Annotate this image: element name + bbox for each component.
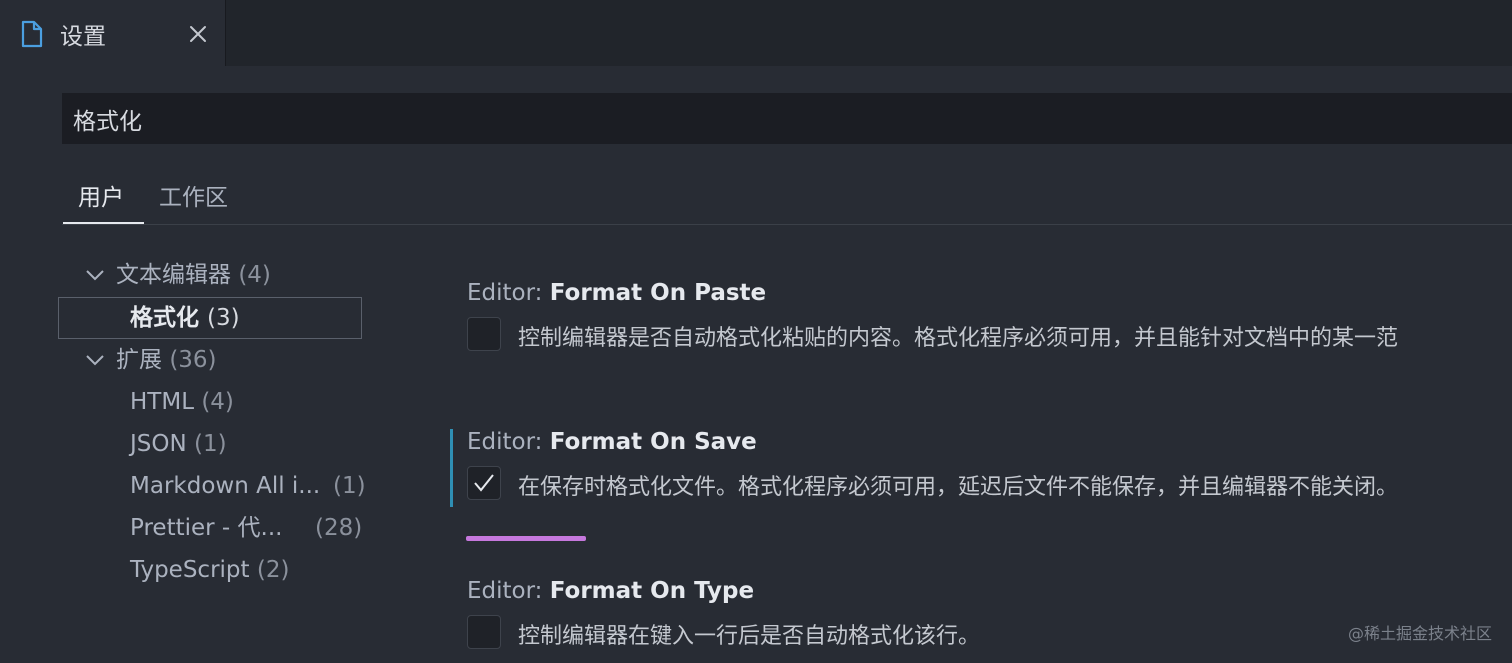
toc-item-label: Prettier - 代... [130,515,283,541]
toc-item-label: 扩展 [116,347,162,373]
format-on-save-checkbox[interactable] [467,466,501,500]
search-input[interactable] [62,93,1512,144]
toc-item-count: (1) [194,431,227,457]
file-icon [21,20,43,48]
title-bar: 设置 [0,0,1512,66]
setting-description: 控制编辑器在键入一行后是否自动格式化该行。 [518,624,981,649]
setting-name: Format On Paste [549,280,767,306]
toc-item-json[interactable]: JSON (1) [130,423,364,465]
watermark: @稀土掘金技术社区 [1347,624,1492,643]
toc-item-label: 文本编辑器 [116,262,231,288]
setting-name: Format On Type [549,578,755,604]
setting-category: Editor: [467,429,550,455]
format-on-type-checkbox[interactable] [467,615,501,649]
toc-item-html[interactable]: HTML (4) [130,381,364,423]
setting-format-on-paste: Editor: Format On Paste 控制编辑器是否自动格式化粘贴的内… [450,280,1512,360]
setting-category: Editor: [467,280,550,306]
toc-item-prettier[interactable]: Prettier - 代... (28) [130,507,364,549]
format-on-paste-checkbox[interactable] [467,317,501,351]
chevron-down-icon [86,355,104,366]
tab-user[interactable]: 用户 [78,178,124,212]
toc-item-formatting[interactable]: 格式化 (3) [58,297,362,339]
toc-item-typescript[interactable]: TypeScript (2) [130,549,364,591]
settings-tab[interactable]: 设置 [0,0,226,66]
setting-format-on-save: Editor: Format On Save 在保存时格式化文件。格式化程序必须… [450,429,1512,507]
setting-category: Editor: [467,578,550,604]
toc-item-text-editor[interactable]: 文本编辑器 (4) [84,254,364,296]
toc-item-count: (2) [256,557,290,583]
settings-search[interactable] [62,93,1512,144]
chevron-down-icon [86,270,104,281]
toc-item-count: (36) [169,347,217,373]
toc-item-count: (28) [315,515,363,541]
setting-format-on-type: Editor: Format On Type 控制编辑器在键入一行后是否自动格式… [450,578,1512,658]
toc-item-label: 格式化 [130,305,199,331]
toc-item-extensions[interactable]: 扩展 (36) [84,339,364,381]
toc-item-count: (4) [238,262,271,288]
scope-tabs: 用户 工作区 [62,170,1512,226]
setting-title: Editor: Format On Type [467,578,754,604]
setting-description: 在保存时格式化文件。格式化程序必须可用，延迟后文件不能保存，并且编辑器不能关闭。 [518,475,1399,500]
toc-item-label: JSON [130,431,187,457]
toc-item-label: HTML [130,389,195,415]
setting-name: Format On Save [549,429,757,455]
toc-item-markdown[interactable]: Markdown All i... (1) [130,465,366,507]
setting-title: Editor: Format On Paste [467,280,766,306]
toc-item-count: (3) [207,305,240,331]
focus-indicator [450,429,453,507]
scope-divider [62,224,1512,225]
toc-item-label: Markdown All i... [130,473,321,499]
progress-indicator [466,536,586,541]
check-icon [474,474,494,492]
toc-item-count: (1) [333,473,366,499]
setting-title: Editor: Format On Save [467,429,757,455]
setting-description: 控制编辑器是否自动格式化粘贴的内容。格式化程序必须可用，并且能针对文档中的某一范 [518,326,1399,351]
toc-item-count: (4) [201,389,234,415]
tab-workspace[interactable]: 工作区 [159,178,228,212]
close-icon[interactable] [186,22,210,46]
toc-item-label: TypeScript [130,557,250,583]
tab-title: 设置 [60,24,106,50]
